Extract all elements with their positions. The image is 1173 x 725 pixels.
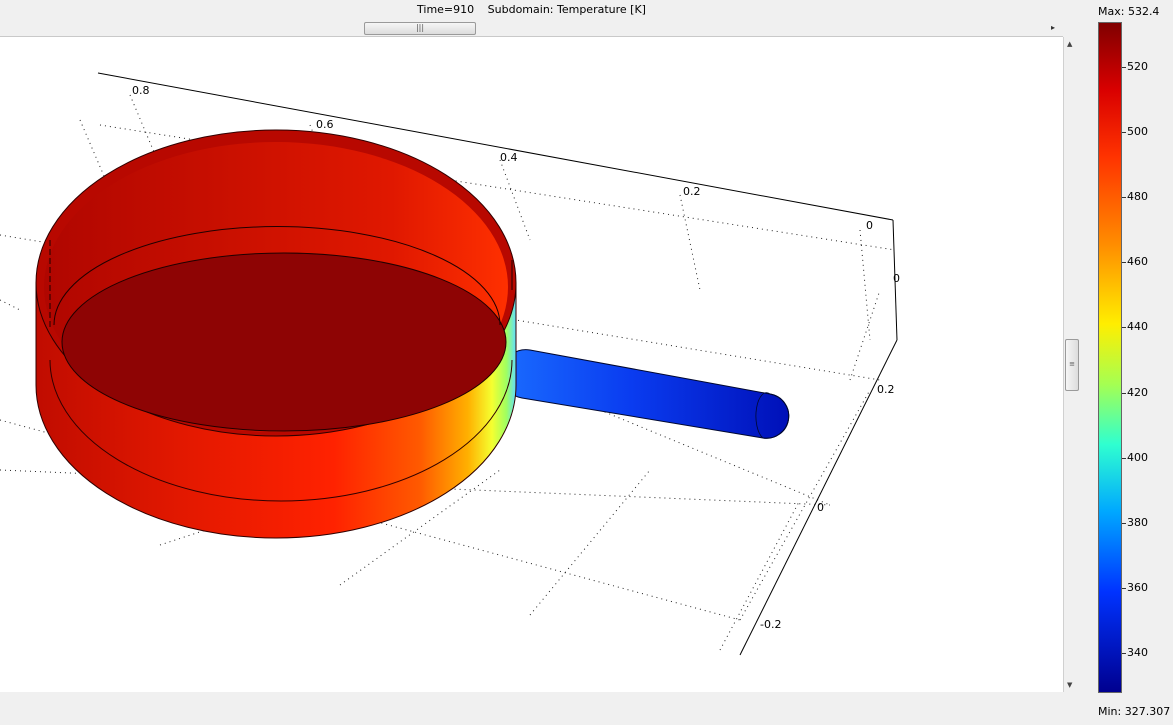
- horizontal-scrollbar[interactable]: ||| ▸: [0, 20, 1063, 37]
- plot-canvas[interactable]: 0.8 0.6 0.4 0.2 0 0 0.2 0 -0.2: [0, 37, 1063, 692]
- colorbar-tick-label: 400: [1127, 451, 1148, 464]
- frying-pan: [35, 129, 517, 539]
- colorbar-tick: [1122, 67, 1126, 68]
- time-label: Time=910: [417, 3, 475, 16]
- colorbar-tick: [1122, 653, 1126, 654]
- 3d-plot: 0.8 0.6 0.4 0.2 0 0 0.2 0 -0.2: [0, 72, 900, 656]
- colorbar-tick: [1122, 458, 1126, 459]
- x-tick: 0.2: [683, 185, 701, 198]
- colorbar-tick: [1122, 327, 1126, 328]
- y-tick: 0: [817, 501, 824, 514]
- y-tick: 0.2: [877, 383, 895, 396]
- colorbar-tick-label: 520: [1127, 60, 1148, 73]
- pan-handle: [501, 349, 790, 439]
- status-strip: [0, 692, 1063, 725]
- colorbar-tick-label: 480: [1127, 190, 1148, 203]
- vertical-scrollbar[interactable]: ▲ ≡ ▼: [1063, 37, 1080, 692]
- colorbar-max-label: Max: 532.4: [1098, 5, 1160, 18]
- colorbar-tick: [1122, 588, 1126, 589]
- colorbar-tick: [1122, 132, 1126, 133]
- horizontal-scroll-thumb[interactable]: |||: [364, 22, 476, 35]
- scroll-down-arrow-icon[interactable]: ▼: [1067, 681, 1072, 689]
- vertical-scroll-thumb[interactable]: ≡: [1065, 339, 1079, 391]
- colorbar-tick-label: 500: [1127, 125, 1148, 138]
- scroll-right-arrow-icon[interactable]: ▸: [1047, 22, 1059, 34]
- colorbar-tick: [1122, 262, 1126, 263]
- colorbar-tick-label: 440: [1127, 320, 1148, 333]
- colorbar-min-label: Min: 327.307: [1098, 705, 1171, 718]
- colorbar-tick-label: 460: [1127, 255, 1148, 268]
- colorbar-tick: [1122, 523, 1126, 524]
- x-tick: 0.6: [316, 118, 334, 131]
- x-tick: 0: [866, 219, 873, 232]
- colorbar-tick: [1122, 393, 1126, 394]
- y-tick: -0.2: [760, 618, 781, 631]
- colorbar-tick-label: 420: [1127, 386, 1148, 399]
- colorbar: [1098, 22, 1122, 693]
- y-tick: 0: [893, 272, 900, 285]
- colorbar-tick-label: 380: [1127, 516, 1148, 529]
- scroll-up-arrow-icon[interactable]: ▲: [1067, 40, 1072, 48]
- y-axis-ticks: 0 0.2 0 -0.2: [760, 272, 900, 631]
- plot-title: Time=910 Subdomain: Temperature [K]: [0, 0, 1063, 20]
- colorbar-tick-label: 340: [1127, 646, 1148, 659]
- subdomain-label: Subdomain: Temperature [K]: [487, 3, 646, 16]
- colorbar-tick: [1122, 197, 1126, 198]
- x-tick: 0.4: [500, 151, 518, 164]
- colorbar-tick-label: 360: [1127, 581, 1148, 594]
- x-tick: 0.8: [132, 84, 150, 97]
